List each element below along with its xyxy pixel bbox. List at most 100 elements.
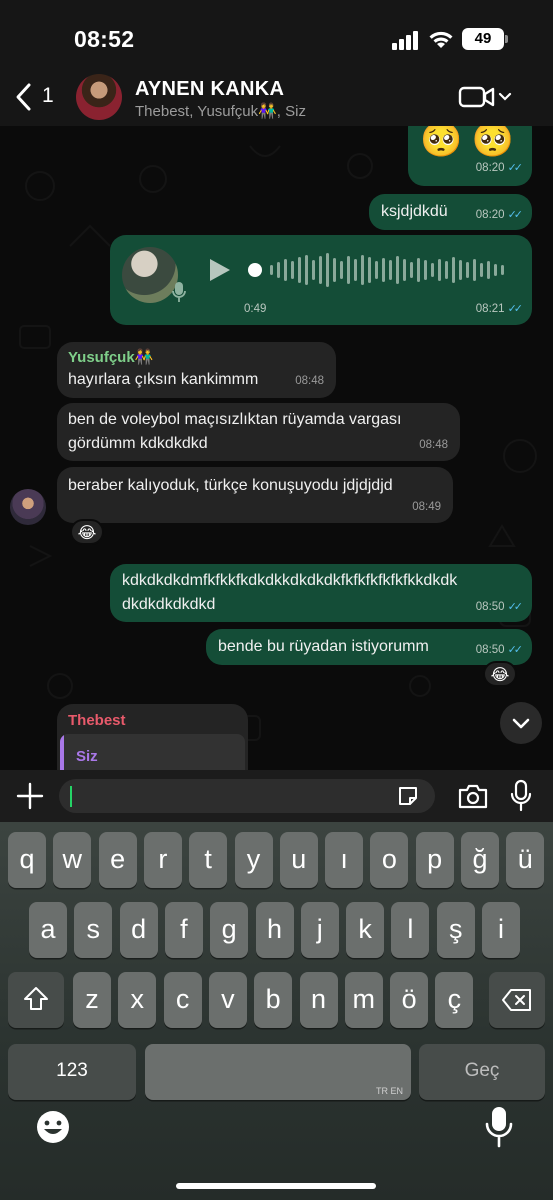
- waveform-bar: [452, 257, 455, 283]
- key-t[interactable]: t: [189, 832, 228, 888]
- key-h[interactable]: h: [255, 902, 294, 958]
- read-ticks-icon: ✓✓: [507, 644, 524, 656]
- incoming-message[interactable]: beraber kalıyoduk, türkçe konuşuyodu jdj…: [57, 467, 453, 523]
- unread-count: 1: [42, 84, 54, 107]
- waveform-bar: [361, 255, 364, 285]
- message-meta: 08:50 ✓✓: [475, 644, 524, 656]
- key-a[interactable]: a: [29, 902, 67, 958]
- key-ç[interactable]: ç: [435, 972, 474, 1028]
- waveform-bar: [382, 258, 385, 282]
- outgoing-message[interactable]: ksjdjdkdü 08:20 ✓✓: [369, 194, 532, 230]
- shift-icon: [24, 987, 48, 1010]
- return-key[interactable]: Geç: [419, 1044, 545, 1100]
- waveform-bar: [277, 262, 280, 278]
- reaction-badge[interactable]: 😂: [483, 661, 517, 687]
- message-text: beraber kalıyoduk, türkçe konuşuyodu jdj…: [68, 477, 393, 494]
- key-c[interactable]: c: [163, 972, 202, 1028]
- voice-waveform[interactable]: [246, 250, 516, 290]
- key-r[interactable]: r: [143, 832, 182, 888]
- voice-message[interactable]: 0:49 08:21 ✓✓: [110, 235, 532, 325]
- key-p[interactable]: p: [415, 832, 454, 888]
- key-x[interactable]: x: [118, 972, 157, 1028]
- scroll-down-button[interactable]: [500, 702, 542, 744]
- key-d[interactable]: d: [119, 902, 158, 958]
- play-icon[interactable]: [208, 257, 232, 283]
- outgoing-message[interactable]: bende bu rüyadan istiyorumm 08:50 ✓✓: [206, 629, 532, 665]
- dictation-icon[interactable]: [482, 1104, 516, 1150]
- key-b[interactable]: b: [254, 972, 293, 1028]
- waveform-bar: [389, 260, 392, 280]
- incoming-message[interactable]: ben de voleybol maçısızlıktan rüyamda va…: [57, 403, 460, 461]
- key-n[interactable]: n: [299, 972, 338, 1028]
- waveform-bar: [417, 258, 420, 282]
- status-time: 08:52: [74, 26, 135, 52]
- shift-key[interactable]: [8, 972, 64, 1028]
- key-e[interactable]: e: [98, 832, 137, 888]
- text-caret: [70, 786, 72, 807]
- chat-header: 1 AYNEN KANKA Thebest, Yusufçuk👫, Siz: [0, 68, 553, 126]
- message-text: bende bu rüyadan istiyorumm: [218, 638, 429, 655]
- message-meta: 08:20 ✓✓: [475, 162, 523, 174]
- outgoing-message[interactable]: 🥺 🥺 08:20 ✓✓: [408, 126, 532, 186]
- key-q[interactable]: q: [8, 832, 46, 888]
- voice-sender-photo: [122, 247, 178, 303]
- key-z[interactable]: z: [73, 972, 111, 1028]
- waveform-bar: [494, 264, 497, 276]
- key-o[interactable]: o: [370, 832, 409, 888]
- message-input[interactable]: [59, 779, 435, 813]
- sender-avatar[interactable]: [10, 489, 46, 525]
- back-button[interactable]: 1: [12, 80, 58, 114]
- key-m[interactable]: m: [344, 972, 383, 1028]
- group-avatar[interactable]: [76, 74, 122, 120]
- waveform-bar: [445, 261, 448, 279]
- waveform-bar: [326, 253, 329, 287]
- key-k[interactable]: k: [346, 902, 385, 958]
- key-v[interactable]: v: [208, 972, 247, 1028]
- key-g[interactable]: g: [210, 902, 249, 958]
- sender-name: Yusufçuk👫: [68, 349, 154, 366]
- key-ı[interactable]: ı: [325, 832, 364, 888]
- key-y[interactable]: y: [234, 832, 273, 888]
- chat-participants[interactable]: Thebest, Yusufçuk👫, Siz: [135, 102, 306, 120]
- key-ş[interactable]: ş: [436, 902, 475, 958]
- waveform-bar: [410, 262, 413, 278]
- battery-icon: [505, 35, 508, 43]
- keyboard: qwertyuıopğü asdfghjklşi zxcvbnmöç 123 T…: [0, 822, 553, 1200]
- incoming-message[interactable]: Yusufçuk👫 hayırlara çıksın kankimmm 08:4…: [57, 342, 336, 398]
- incoming-message[interactable]: Thebest Siz: [57, 704, 248, 770]
- plus-icon[interactable]: [14, 780, 46, 812]
- numbers-key[interactable]: 123: [8, 1044, 136, 1100]
- message-meta: 08:20 ✓✓: [475, 209, 523, 221]
- waveform-bar: [375, 261, 378, 279]
- composer-bar: [0, 770, 553, 822]
- message-time: 08:48: [295, 375, 324, 387]
- key-ö[interactable]: ö: [390, 972, 429, 1028]
- backspace-key[interactable]: [489, 972, 545, 1028]
- key-s[interactable]: s: [74, 902, 113, 958]
- reaction-badge[interactable]: 😂: [70, 519, 104, 545]
- key-ü[interactable]: ü: [506, 832, 545, 888]
- key-i[interactable]: i: [482, 902, 520, 958]
- sticker-icon[interactable]: [396, 784, 420, 808]
- key-j[interactable]: j: [300, 902, 339, 958]
- key-l[interactable]: l: [391, 902, 430, 958]
- chat-title[interactable]: AYNEN KANKA: [135, 78, 284, 101]
- space-bar[interactable]: TR EN: [145, 1044, 411, 1100]
- key-w[interactable]: w: [53, 832, 92, 888]
- wifi-icon: [429, 31, 453, 48]
- emoji-icon[interactable]: [34, 1108, 72, 1146]
- waveform-bar: [312, 260, 315, 280]
- key-ğ[interactable]: ğ: [461, 832, 499, 888]
- outgoing-message[interactable]: kdkdkdkdmfkfkkfkdkdkkdkdkdkfkfkfkfkfkfkk…: [110, 564, 532, 622]
- quoted-message[interactable]: Siz: [60, 734, 245, 770]
- backspace-icon: [502, 989, 531, 1011]
- quote-bar: [60, 734, 64, 770]
- key-f[interactable]: f: [164, 902, 203, 958]
- microphone-icon[interactable]: [509, 779, 533, 813]
- camera-icon[interactable]: [457, 782, 489, 810]
- message-list[interactable]: 🥺 🥺 08:20 ✓✓ ksjdjdkdü 08:20 ✓✓ 0:49 08:21…: [0, 126, 553, 770]
- key-u[interactable]: u: [279, 832, 318, 888]
- waveform-bar: [396, 256, 399, 284]
- video-call-icon[interactable]: [458, 84, 514, 110]
- microphone-icon: [172, 282, 186, 302]
